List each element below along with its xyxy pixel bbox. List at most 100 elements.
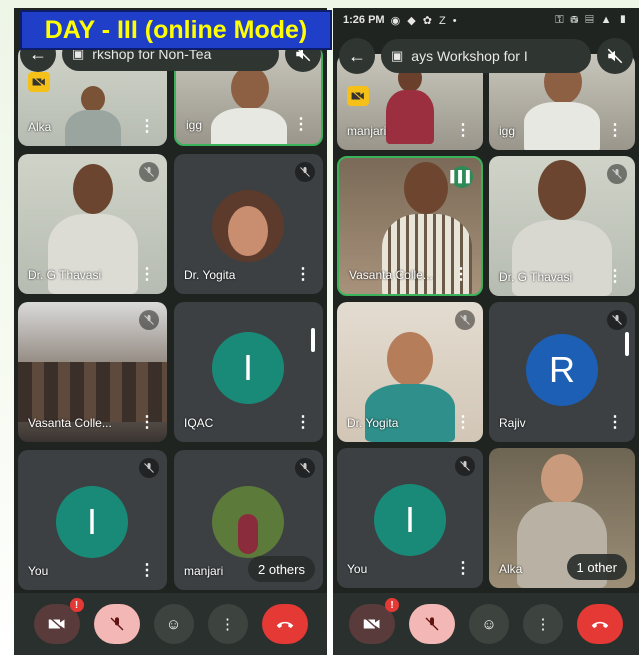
participant-name: igg: [186, 118, 203, 132]
participant-photo: [212, 486, 284, 558]
participant-name: IQAC: [184, 416, 214, 430]
mic-off-icon: [607, 310, 627, 330]
camera-toggle-button[interactable]: !: [33, 598, 84, 644]
more-options-icon[interactable]: ⋮: [607, 120, 623, 140]
camera-off-icon: [363, 616, 381, 632]
more-options-icon[interactable]: ⋮: [455, 120, 471, 140]
call-controls: ! ☺ ⋮: [333, 593, 639, 655]
participant-tile[interactable]: Dr. Yogita ⋮: [337, 302, 483, 442]
more-options-icon[interactable]: ⋮: [293, 114, 309, 134]
mic-off-icon: [139, 458, 159, 478]
mic-toggle-button[interactable]: [93, 604, 140, 644]
more-options-icon[interactable]: ⋮: [455, 558, 471, 578]
more-options-icon[interactable]: ⋮: [139, 412, 155, 432]
mic-off-icon: [110, 617, 123, 631]
scrollbar[interactable]: [311, 328, 315, 352]
participant-video: [380, 64, 440, 144]
speaker-off-button[interactable]: [597, 38, 633, 74]
mic-off-icon: [455, 310, 475, 330]
mic-off-icon: [455, 456, 475, 476]
participant-video: [209, 66, 289, 144]
back-button[interactable]: ←: [339, 38, 375, 74]
alert-icon: !: [385, 598, 399, 612]
participant-name: manjari: [347, 124, 387, 138]
calendar-icon: ▣: [391, 48, 404, 63]
scrollbar[interactable]: [625, 332, 629, 356]
meeting-title-button[interactable]: ▣ ays Workshop for I: [381, 39, 591, 73]
more-options-icon[interactable]: ⋮: [139, 560, 155, 580]
more-options-button[interactable]: ⋮: [207, 604, 248, 644]
mic-off-icon: [139, 162, 159, 182]
hang-up-icon: [276, 621, 293, 629]
participant-tile[interactable]: Dr. G Thavasi ⋮: [489, 156, 635, 296]
participant-name: Vasanta Colle...: [28, 416, 112, 430]
others-count-button[interactable]: 1 other: [566, 554, 627, 580]
reactions-button[interactable]: ☺: [153, 604, 194, 644]
call-controls: ! ☺ ⋮: [14, 593, 327, 655]
others-count-button[interactable]: 2 others: [248, 556, 315, 582]
meeting-topbar: ← ▣ ays Workshop for I: [333, 36, 639, 76]
mic-toggle-button[interactable]: [409, 604, 455, 644]
participant-name: You: [28, 564, 49, 578]
more-options-button[interactable]: ⋮: [523, 604, 563, 644]
mic-off-icon: [607, 164, 627, 184]
participant-tile[interactable]: I You ⋮: [337, 448, 483, 588]
participant-tile[interactable]: I IQAC ⋮: [174, 302, 323, 442]
camera-off-icon: [28, 72, 50, 92]
participant-name: Dr. Yogita: [184, 268, 236, 282]
hang-up-icon: [591, 621, 609, 629]
participant-name: Dr. G Thavasi: [499, 270, 573, 284]
participant-avatar: R: [526, 334, 598, 406]
participant-name: Dr. Yogita: [347, 416, 399, 430]
more-options-icon[interactable]: ⋮: [453, 264, 469, 284]
reactions-button[interactable]: ☺: [469, 604, 509, 644]
emoji-icon: ☺: [481, 615, 497, 633]
camera-off-icon: [347, 86, 369, 106]
end-call-button[interactable]: [261, 604, 308, 644]
more-vert-icon: ⋮: [535, 616, 551, 633]
meeting-title: ays Workshop for I: [411, 48, 528, 64]
participant-photo: [212, 190, 284, 262]
more-options-icon[interactable]: ⋮: [139, 264, 155, 284]
participant-tile[interactable]: Alka 1 other: [489, 448, 635, 588]
more-options-icon[interactable]: ⋮: [139, 116, 155, 136]
end-call-button[interactable]: [577, 604, 623, 644]
mic-off-icon: [139, 310, 159, 330]
participant-name: You: [347, 562, 368, 576]
system-icons: ⚿ ⛁ ▤ ▲ ▮: [555, 13, 629, 26]
status-time: 1:26 PM: [343, 14, 385, 26]
more-options-icon[interactable]: ⋮: [455, 412, 471, 432]
participant-name: Vasanta Colle...: [349, 268, 433, 282]
participant-name: Alka: [499, 562, 523, 576]
participant-name: manjari: [184, 564, 224, 578]
participant-tile[interactable]: R Rajiv ⋮: [489, 302, 635, 442]
camera-off-icon: [48, 616, 65, 632]
day-banner: DAY - III (online Mode): [20, 10, 332, 50]
more-options-icon[interactable]: ⋮: [607, 412, 623, 432]
participant-avatar: I: [212, 332, 284, 404]
participant-tile[interactable]: Dr. G Thavasi ⋮: [18, 154, 167, 294]
left-phone-screen: ← ▣ rkshop for Non-Tea Alka ⋮ igg ⋮ Dr. …: [14, 8, 327, 655]
speaking-indicator-icon: ▌▌▌: [450, 166, 474, 188]
emoji-icon: ☺: [165, 615, 182, 633]
participant-name: Alka: [28, 120, 52, 134]
participant-tile[interactable]: I You ⋮: [18, 450, 167, 590]
participant-tile[interactable]: Dr. Yogita ⋮: [174, 154, 323, 294]
status-bar: 1:26 PM ◉ ◆ ✿ Z • ⚿ ⛁ ▤ ▲ ▮: [333, 8, 639, 32]
participant-tile[interactable]: Vasanta Colle... ⋮: [18, 302, 167, 442]
more-options-icon[interactable]: ⋮: [607, 266, 623, 286]
camera-toggle-button[interactable]: !: [349, 598, 399, 644]
participant-avatar: I: [56, 486, 128, 558]
mic-off-icon: [295, 162, 315, 182]
alert-icon: !: [69, 598, 84, 612]
mic-off-icon: [295, 458, 315, 478]
mic-off-icon: [425, 617, 439, 631]
more-options-icon[interactable]: ⋮: [295, 264, 311, 284]
arrow-left-icon: ←: [348, 45, 366, 66]
more-options-icon[interactable]: ⋮: [295, 412, 311, 432]
right-phone-screen: 1:26 PM ◉ ◆ ✿ Z • ⚿ ⛁ ▤ ▲ ▮ ← ▣ ays Work…: [333, 8, 639, 655]
participant-avatar: I: [374, 484, 446, 556]
participant-tile[interactable]: manjari 2 others: [174, 450, 323, 590]
participant-tile[interactable]: ▌▌▌ Vasanta Colle... ⋮: [337, 156, 483, 296]
more-vert-icon: ⋮: [220, 616, 235, 633]
